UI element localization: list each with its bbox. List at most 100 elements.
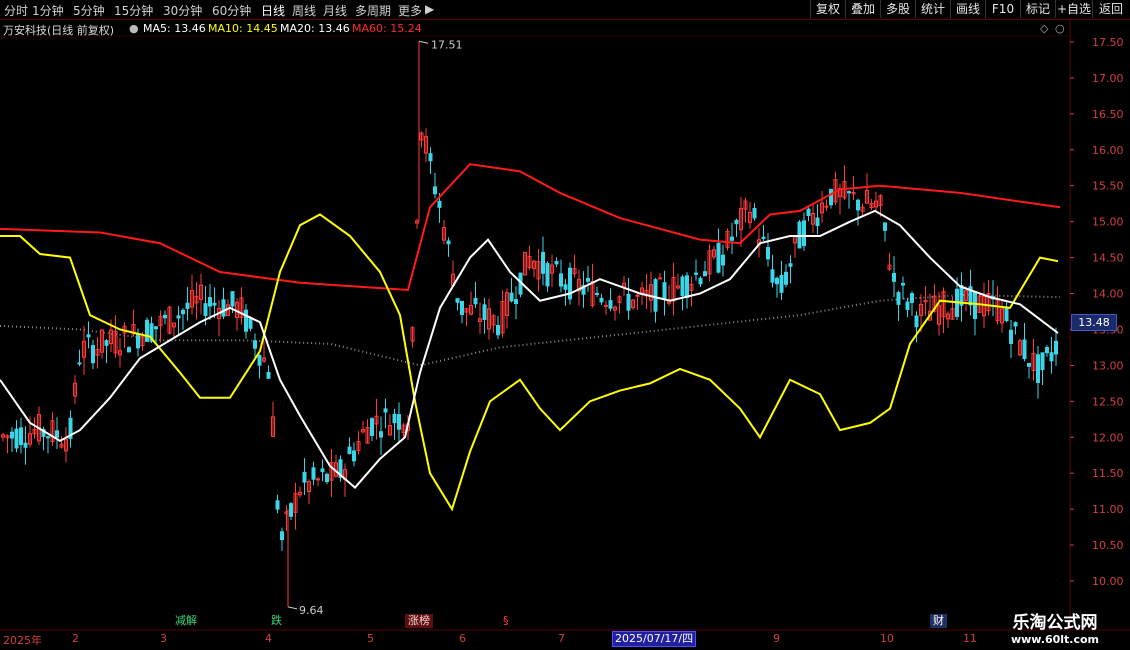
candle-body — [802, 220, 806, 247]
flag-lift-ban[interactable]: 减解 — [172, 614, 200, 628]
candle-body — [473, 297, 478, 305]
candle-body — [1004, 306, 1009, 322]
candle-body — [127, 347, 131, 353]
low-pointer — [287, 606, 298, 610]
tab-multi-period[interactable]: 多周期 — [355, 2, 391, 19]
y-tick-label: 13.00 — [1092, 359, 1124, 372]
candle-body — [788, 263, 793, 267]
candle-body — [883, 222, 887, 231]
candle-body — [10, 431, 14, 439]
candle-body — [266, 371, 271, 379]
candle-body — [806, 208, 811, 217]
watermark-title: 乐淘公式网 — [1012, 613, 1098, 633]
candle-body — [653, 279, 658, 312]
candle-body — [595, 292, 599, 295]
ma20-value: MA20: 13.46 — [280, 22, 350, 35]
date-label-jul: 7 — [558, 632, 565, 645]
candle-body — [599, 297, 604, 303]
circle-icon[interactable]: ○ — [1055, 22, 1065, 35]
date-label-may: 5 — [367, 632, 374, 645]
ma5-value: MA5: 13.46 — [143, 22, 206, 35]
candle-body — [136, 333, 140, 349]
candle-body — [514, 299, 518, 305]
candle-body — [257, 354, 262, 366]
candle-body — [559, 273, 563, 287]
candle-body — [662, 282, 667, 300]
candle-body — [311, 467, 316, 480]
selected-date[interactable]: 2025/07/17/四 — [612, 631, 697, 647]
flag-finance[interactable]: 财 — [930, 614, 947, 628]
diamond-icon[interactable]: ◇ — [1040, 22, 1048, 35]
circle-toggle-icon[interactable]: ● — [129, 22, 139, 35]
chevron-right-icon[interactable]: ▶ — [425, 2, 434, 16]
candle-body — [752, 208, 757, 219]
y-tick-label: 10.50 — [1092, 539, 1124, 552]
candle-body — [973, 291, 977, 320]
candle-body — [1049, 352, 1054, 362]
tab-monthly[interactable]: 月线 — [323, 2, 347, 19]
candle-body — [208, 297, 212, 307]
tab-weekly[interactable]: 周线 — [292, 2, 316, 19]
mark-button[interactable]: 标记 — [1020, 0, 1055, 18]
y-tick-label: 14.50 — [1092, 252, 1124, 265]
candle-body — [203, 303, 208, 316]
candle-body — [910, 293, 914, 303]
f10-button[interactable]: F10 — [985, 0, 1020, 18]
candle-body — [604, 304, 608, 307]
candle-body — [185, 302, 190, 309]
candle-body — [437, 200, 442, 208]
tab-60min[interactable]: 60分钟 — [212, 2, 251, 19]
tab-daily[interactable]: 日线 — [261, 2, 285, 19]
ma60-value: MA60: 15.24 — [352, 22, 422, 35]
candle-body — [455, 298, 460, 303]
tab-30min[interactable]: 30分钟 — [163, 2, 202, 19]
date-label-year: 2025年 — [3, 634, 42, 647]
candle-body — [383, 408, 388, 413]
candle-body — [176, 315, 181, 319]
back-button[interactable]: 返回 — [1092, 0, 1129, 18]
add-watchlist-button[interactable]: +自选 — [1055, 0, 1092, 18]
draw-line-button[interactable]: 画线 — [950, 0, 985, 18]
kline-chart[interactable]: 17.50 17.00 16.50 16.00 15.50 15.00 14.50 14.00… — [0, 0, 1130, 650]
candle-body — [896, 292, 901, 305]
period-toolbar: 分时 1分钟 5分钟 15分钟 30分钟 60分钟 日线 周线 月线 多周期 更… — [0, 0, 1130, 20]
candle-body — [779, 274, 784, 293]
tab-1min[interactable]: 1分钟 — [32, 2, 64, 19]
date-label-feb: 2 — [72, 632, 79, 645]
candle-body — [698, 277, 703, 285]
low-label: 9.64 — [299, 604, 324, 617]
high-pointer — [418, 40, 429, 44]
date-label-apr: 4 — [265, 632, 272, 645]
candle-body — [734, 219, 739, 225]
candle-body — [230, 291, 235, 307]
candle-body — [815, 217, 820, 227]
candle-body — [86, 334, 91, 338]
watermark-url: www.60lt.com — [1010, 633, 1100, 646]
stats-button[interactable]: 统计 — [915, 0, 950, 18]
candle-body — [856, 199, 860, 211]
multi-stock-button[interactable]: 多股 — [880, 0, 915, 18]
date-label-mar: 3 — [160, 632, 167, 645]
flag-section[interactable]: § — [500, 614, 512, 628]
candle-body — [563, 284, 568, 290]
candle-body — [1013, 322, 1018, 327]
tab-more[interactable]: 更多 — [398, 2, 422, 19]
overlay-button[interactable]: 叠加 — [845, 0, 880, 18]
current-price-tag: 13.48 — [1071, 314, 1117, 331]
restore-rights-button[interactable]: 复权 — [810, 0, 845, 18]
candle-body — [685, 275, 689, 298]
candle-body — [55, 430, 59, 438]
candle-body — [379, 431, 383, 438]
tab-fenshi[interactable]: 分时 — [4, 2, 28, 19]
candle-body — [901, 283, 905, 286]
tab-5min[interactable]: 5分钟 — [73, 2, 105, 19]
candle-body — [370, 418, 374, 436]
candle-body — [496, 324, 500, 336]
candle-body — [145, 319, 149, 342]
flag-fall[interactable]: 跌 — [268, 614, 285, 628]
flag-top-gainers[interactable]: 涨榜 — [405, 614, 433, 628]
y-tick-label: 17.00 — [1092, 72, 1124, 85]
tab-15min[interactable]: 15分钟 — [114, 2, 153, 19]
candle-body — [446, 240, 451, 245]
candle-body — [302, 471, 307, 483]
